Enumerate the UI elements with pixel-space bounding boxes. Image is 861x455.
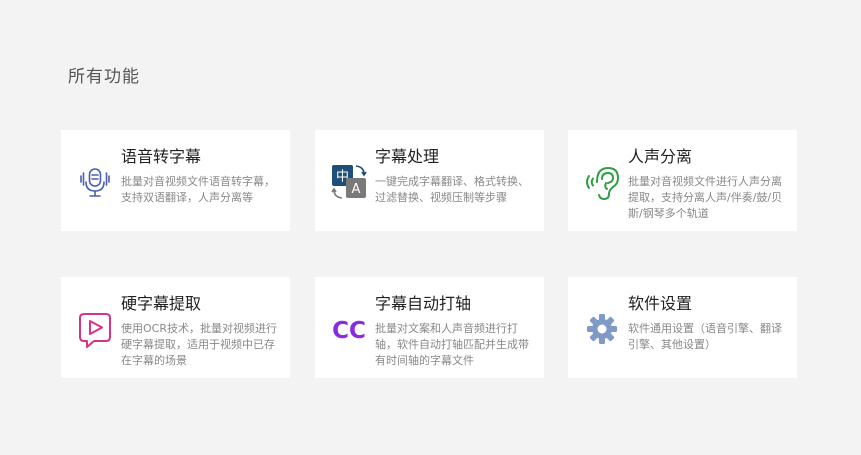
microphone-icon [73, 160, 117, 204]
card-auto-timing[interactable]: CC 字幕自动打轴 批量对文案和人声音频进行打轴，软件自动打轴匹配并生成带有时间… [315, 277, 544, 378]
ear-sound-icon [580, 160, 624, 204]
card-software-settings[interactable]: 软件设置 软件通用设置（语音引擎、翻译引擎、其他设置） [568, 277, 797, 378]
card-description: 批量对音视频文件语音转字幕，支持双语翻译，人声分离等 [121, 175, 275, 204]
card-vocal-separation[interactable]: 人声分离 批量对音视频文件进行人声分离提取，支持分离人声/伴奏/鼓/贝斯/钢琴多… [568, 130, 797, 231]
card-description: 软件通用设置（语音引擎、翻译引擎、其他设置） [628, 322, 782, 351]
card-description: 批量对音视频文件进行人声分离提取，支持分离人声/伴奏/鼓/贝斯/钢琴多个轨道 [628, 175, 783, 220]
video-play-icon [73, 307, 117, 351]
cc-icon-text: CC [332, 318, 366, 344]
card-title: 字幕自动打轴 [375, 294, 472, 313]
card-speech-to-subtitle[interactable]: 语音转字幕 批量对音视频文件语音转字幕，支持双语翻译，人声分离等 [61, 130, 290, 231]
translate-icon-glyph-a: A [352, 182, 361, 197]
gear-icon [580, 307, 624, 351]
cc-icon: CC [327, 307, 371, 351]
card-title: 字幕处理 [375, 147, 440, 166]
translate-icon: 中 A [327, 160, 371, 204]
card-subtitle-processing[interactable]: 中 A 字幕处理 一键完成字幕翻译、格式转换、过滤替换、视频压制等步骤 [315, 130, 544, 231]
card-description: 使用OCR技术，批量对视频进行硬字幕提取，适用于视频中已存在字幕的场景 [121, 322, 277, 367]
section-title: 所有功能 [68, 67, 140, 87]
card-description: 批量对文案和人声音频进行打轴，软件自动打轴匹配并生成带有时间轴的字幕文件 [375, 322, 529, 367]
card-hard-subtitle-extraction[interactable]: 硬字幕提取 使用OCR技术，批量对视频进行硬字幕提取，适用于视频中已存在字幕的场… [61, 277, 290, 378]
card-title: 语音转字幕 [121, 147, 202, 166]
card-description: 一键完成字幕翻译、格式转换、过滤替换、视频压制等步骤 [375, 175, 529, 204]
card-title: 硬字幕提取 [121, 294, 202, 313]
card-title: 软件设置 [628, 294, 693, 313]
card-title: 人声分离 [628, 147, 693, 166]
